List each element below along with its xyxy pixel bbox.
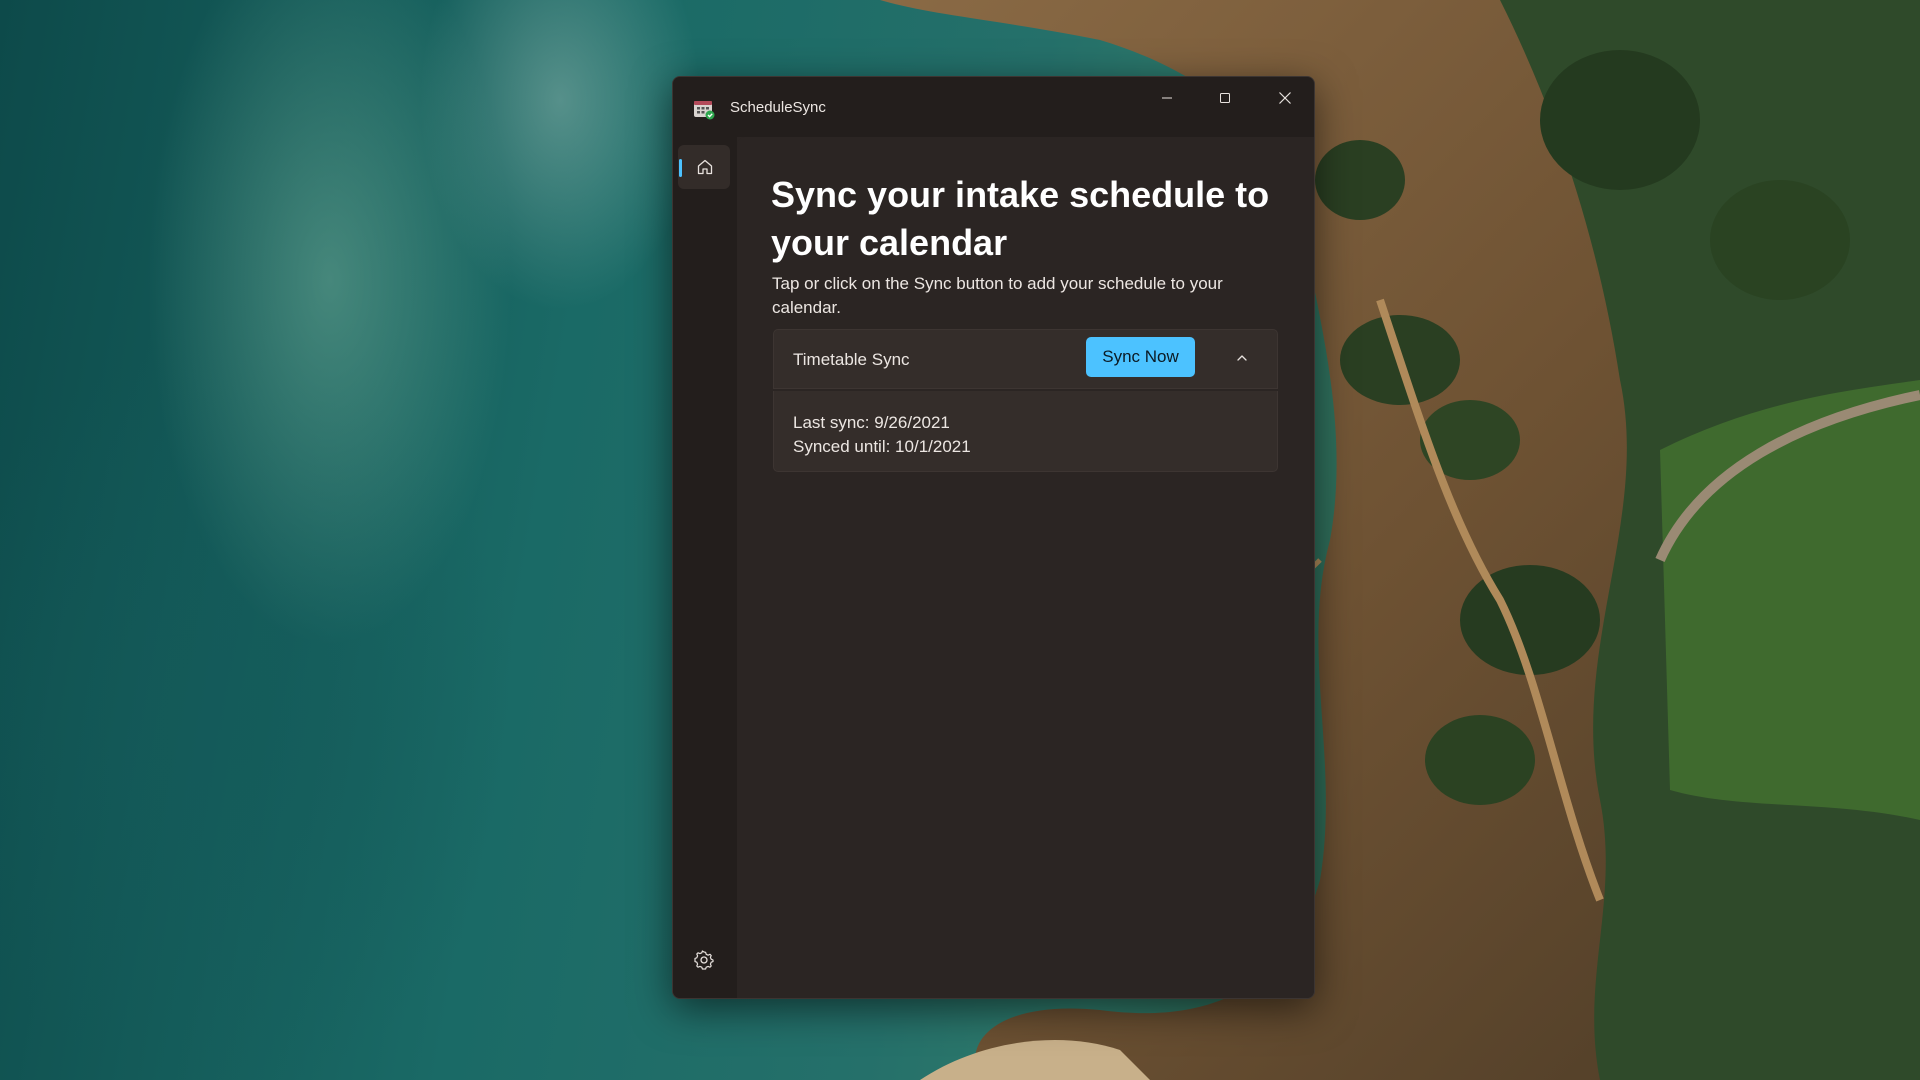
nav-item-home[interactable] — [678, 145, 730, 189]
selection-indicator — [679, 159, 682, 177]
timetable-sync-expander-content: Last sync: 9/26/2021 Synced until: 10/1/… — [773, 391, 1278, 472]
title-bar[interactable]: ScheduleSync — [673, 77, 1314, 137]
chevron-up-icon — [1237, 355, 1247, 361]
expander-toggle[interactable] — [1229, 345, 1255, 371]
timetable-sync-expander-header[interactable]: Timetable Sync Sync Now — [773, 329, 1278, 389]
maximize-icon — [1220, 93, 1230, 103]
minimize-button[interactable] — [1138, 77, 1196, 119]
close-button[interactable] — [1256, 77, 1314, 119]
home-icon — [697, 159, 713, 175]
navigation-rail — [673, 137, 737, 998]
app-window: ScheduleSync Sync your intake schedule t… — [672, 76, 1315, 999]
sync-now-button[interactable]: Sync Now — [1086, 337, 1195, 377]
app-title: ScheduleSync — [730, 99, 826, 116]
maximize-button[interactable] — [1196, 77, 1254, 119]
synced-until-text: Synced until: 10/1/2021 — [793, 437, 971, 456]
calendar-app-icon — [693, 98, 715, 120]
minimize-icon — [1162, 97, 1172, 99]
expander-title: Timetable Sync — [793, 350, 910, 369]
page-subtitle: Tap or click on the Sync button to add y… — [772, 274, 1223, 317]
close-icon — [1279, 92, 1291, 104]
page-heading: Sync your intake schedule to your calend… — [771, 174, 1270, 263]
gear-icon — [694, 950, 714, 970]
main-content: Sync your intake schedule to your calend… — [737, 137, 1314, 998]
nav-item-settings[interactable] — [691, 947, 717, 973]
last-sync-text: Last sync: 9/26/2021 — [793, 413, 950, 432]
